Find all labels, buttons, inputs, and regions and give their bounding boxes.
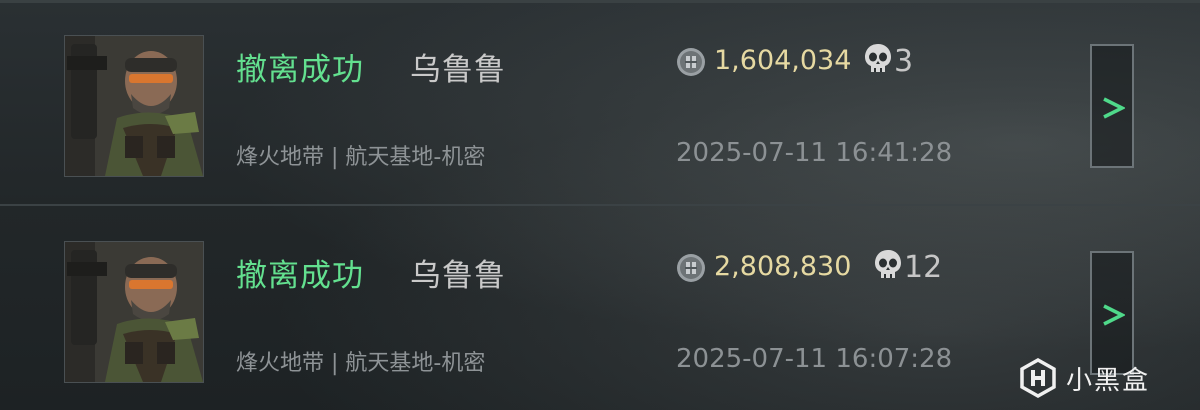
- view-details-button[interactable]: [1090, 44, 1134, 168]
- extraction-status: 撤离成功: [236, 52, 364, 88]
- heybox-logo-icon: [1020, 358, 1056, 398]
- loot-value: 1,604,034: [714, 45, 852, 76]
- match-history-screen: 撤离成功 乌鲁鲁 烽火地带 | 航天基地-机密 1,604,034 3 2025…: [0, 0, 1200, 410]
- operator-portrait: [64, 35, 204, 177]
- coin-icon: [677, 48, 705, 76]
- operator-portrait-image: [65, 36, 203, 176]
- map-mode-label: 烽火地带 | 航天基地-机密: [236, 145, 486, 170]
- extraction-status: 撤离成功: [236, 258, 364, 294]
- operator-portrait: [64, 241, 204, 383]
- match-datetime: 2025-07-11 16:41:28: [676, 138, 953, 168]
- map-mode-label: 烽火地带 | 航天基地-机密: [236, 351, 486, 376]
- chevron-right-icon: [1103, 97, 1125, 119]
- kill-count: 12: [904, 250, 943, 285]
- chevron-right-icon: [1103, 304, 1125, 326]
- view-details-button[interactable]: [1090, 251, 1134, 375]
- player-name: 乌鲁鲁: [410, 52, 506, 88]
- operator-portrait-image: [65, 242, 203, 382]
- skull-icon: [865, 44, 891, 72]
- skull-icon: [875, 250, 901, 278]
- loot-value: 2,808,830: [714, 251, 852, 282]
- watermark-text: 小黑盒: [1066, 365, 1151, 396]
- match-record-1[interactable]: 撤离成功 乌鲁鲁 烽火地带 | 航天基地-机密 1,604,034 3 2025…: [0, 0, 1200, 204]
- match-datetime: 2025-07-11 16:07:28: [676, 344, 953, 374]
- kill-count: 3: [894, 44, 914, 79]
- coin-icon: [677, 254, 705, 282]
- watermark: 小黑盒: [1018, 358, 1150, 398]
- player-name: 乌鲁鲁: [410, 258, 506, 294]
